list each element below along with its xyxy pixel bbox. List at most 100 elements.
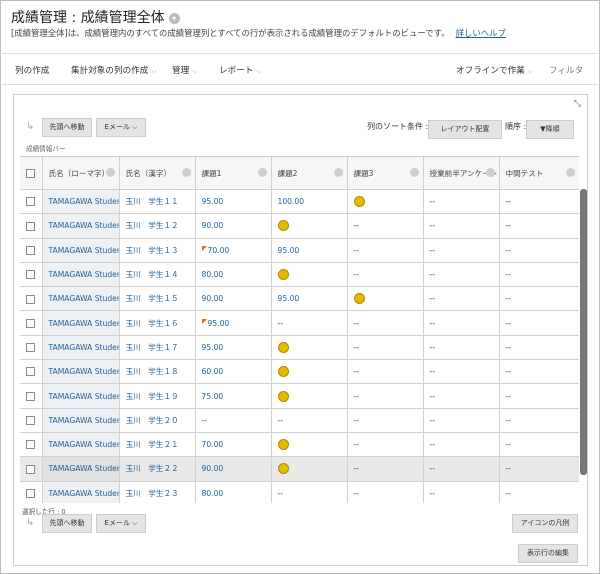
grade-cell[interactable]: -- (499, 456, 579, 482)
grade-cell[interactable]: 90.00 (195, 213, 272, 239)
student-roman-name[interactable]: TAMAGAWA Studen (42, 383, 120, 409)
grade-cell[interactable]: -- (271, 408, 348, 433)
student-kanji-name[interactable]: 玉川 学生１４ (119, 262, 196, 288)
student-kanji-name[interactable]: 玉川 学生１１ (119, 189, 196, 215)
chevron-down-icon[interactable] (333, 168, 343, 177)
student-kanji-name[interactable]: 玉川 学生１２ (119, 213, 196, 239)
grade-cell[interactable]: -- (347, 481, 424, 503)
row-checkbox[interactable] (26, 197, 35, 207)
grade-cell[interactable]: -- (499, 359, 579, 385)
row-checkbox[interactable] (26, 245, 35, 255)
row-checkbox[interactable] (26, 440, 35, 450)
chevron-down-icon[interactable] (181, 168, 191, 177)
grade-cell[interactable]: -- (499, 213, 579, 239)
column-header[interactable]: 課題2 (271, 157, 348, 190)
grade-cell[interactable]: -- (499, 383, 579, 409)
grade-cell[interactable]: -- (347, 238, 424, 263)
manage-menu[interactable]: 管理 ⌵ (172, 64, 198, 76)
grade-cell[interactable]: -- (499, 310, 579, 336)
help-link[interactable]: 詳しいヘルプ (456, 28, 506, 38)
grade-cell[interactable]: -- (423, 286, 500, 312)
column-header[interactable]: 課題1 (195, 157, 272, 190)
grade-cell[interactable] (271, 432, 348, 458)
grade-cell[interactable]: -- (423, 408, 500, 433)
student-roman-name[interactable]: TAMAGAWA Studen (42, 238, 120, 263)
row-checkbox[interactable] (26, 488, 35, 498)
sort-select[interactable]: レイアウト配置 (428, 120, 502, 139)
grade-cell[interactable]: -- (499, 238, 579, 263)
create-calc-menu[interactable]: 集計対象の列の作成 ⌵ (71, 64, 157, 76)
grade-cell[interactable] (347, 189, 424, 215)
grade-cell[interactable]: -- (271, 310, 348, 336)
column-header[interactable]: 氏名（漢字） (119, 157, 196, 190)
grade-cell[interactable]: -- (347, 408, 424, 433)
grade-cell[interactable] (347, 286, 424, 312)
grade-cell[interactable]: 95.00 (271, 286, 348, 312)
student-kanji-name[interactable]: 玉川 学生１６ (119, 310, 196, 336)
row-checkbox[interactable] (26, 294, 35, 304)
expand-icon[interactable]: ⤡ (574, 99, 581, 109)
grade-cell[interactable]: -- (347, 432, 424, 458)
grade-cell[interactable]: -- (347, 262, 424, 288)
row-checkbox[interactable] (26, 270, 35, 280)
grade-cell[interactable]: -- (499, 335, 579, 361)
row-checkbox[interactable] (26, 416, 35, 426)
filter-button[interactable]: フィルタ (549, 64, 583, 76)
grade-cell[interactable]: -- (423, 481, 500, 503)
row-checkbox[interactable] (26, 343, 35, 353)
grade-cell[interactable] (271, 335, 348, 361)
grade-cell[interactable]: -- (423, 432, 500, 458)
grade-cell[interactable]: 90.00 (195, 286, 272, 312)
grade-cell[interactable]: -- (423, 335, 500, 361)
row-checkbox[interactable] (26, 391, 35, 401)
grade-cell[interactable]: -- (347, 335, 424, 361)
grade-cell[interactable]: 80.00 (195, 262, 272, 288)
grade-cell[interactable]: -- (423, 238, 500, 263)
grade-cell[interactable]: 75.00 (195, 383, 272, 409)
grade-cell[interactable]: 95.00 (195, 310, 272, 336)
column-header[interactable]: 氏名（ローマ字） (42, 157, 120, 190)
column-header[interactable]: 中間テスト (499, 157, 579, 190)
student-kanji-name[interactable]: 玉川 学生２２ (119, 456, 196, 482)
grade-cell[interactable]: -- (347, 383, 424, 409)
grade-cell[interactable]: -- (195, 408, 272, 433)
student-roman-name[interactable]: TAMAGAWA Studen (42, 432, 120, 458)
grade-cell[interactable]: -- (499, 189, 579, 215)
grade-cell[interactable]: 70.00 (195, 432, 272, 458)
student-kanji-name[interactable]: 玉川 学生１５ (119, 286, 196, 312)
grade-cell[interactable] (271, 359, 348, 385)
chevron-down-icon[interactable] (105, 168, 115, 177)
grade-cell[interactable]: -- (499, 262, 579, 288)
grade-cell[interactable]: -- (423, 310, 500, 336)
row-checkbox[interactable] (26, 367, 35, 377)
student-kanji-name[interactable]: 玉川 学生２０ (119, 408, 196, 433)
row-checkbox[interactable] (26, 318, 35, 328)
chevron-down-icon[interactable] (257, 168, 267, 177)
grade-cell[interactable]: 80.00 (195, 481, 272, 503)
grade-cell[interactable] (271, 383, 348, 409)
grade-cell[interactable]: 60.00 (195, 359, 272, 385)
grade-cell[interactable]: -- (347, 456, 424, 482)
grade-cell[interactable]: -- (347, 213, 424, 239)
grade-cell[interactable]: -- (347, 310, 424, 336)
student-roman-name[interactable]: TAMAGAWA Studen (42, 456, 120, 482)
student-roman-name[interactable]: TAMAGAWA Studen (42, 359, 120, 385)
grade-cell[interactable]: -- (423, 262, 500, 288)
grade-cell[interactable]: -- (499, 432, 579, 458)
student-kanji-name[interactable]: 玉川 学生２１ (119, 432, 196, 458)
grade-cell[interactable]: 70.00 (195, 238, 272, 263)
chevron-down-icon[interactable] (565, 168, 575, 177)
row-checkbox[interactable] (26, 464, 35, 474)
student-roman-name[interactable]: TAMAGAWA Studen (42, 335, 120, 361)
chevron-down-icon[interactable] (485, 168, 495, 177)
student-roman-name[interactable]: TAMAGAWA Studen (42, 189, 120, 215)
student-roman-name[interactable]: TAMAGAWA Studen (42, 213, 120, 239)
row-checkbox[interactable] (26, 221, 35, 231)
grade-cell[interactable] (271, 262, 348, 288)
grade-cell[interactable]: -- (499, 481, 579, 503)
student-roman-name[interactable]: TAMAGAWA Studen (42, 481, 120, 503)
select-all-checkbox[interactable] (26, 168, 35, 178)
vertical-scrollbar[interactable] (580, 189, 587, 475)
column-header[interactable]: 課題3 (347, 157, 424, 190)
student-roman-name[interactable]: TAMAGAWA Studen (42, 310, 120, 336)
